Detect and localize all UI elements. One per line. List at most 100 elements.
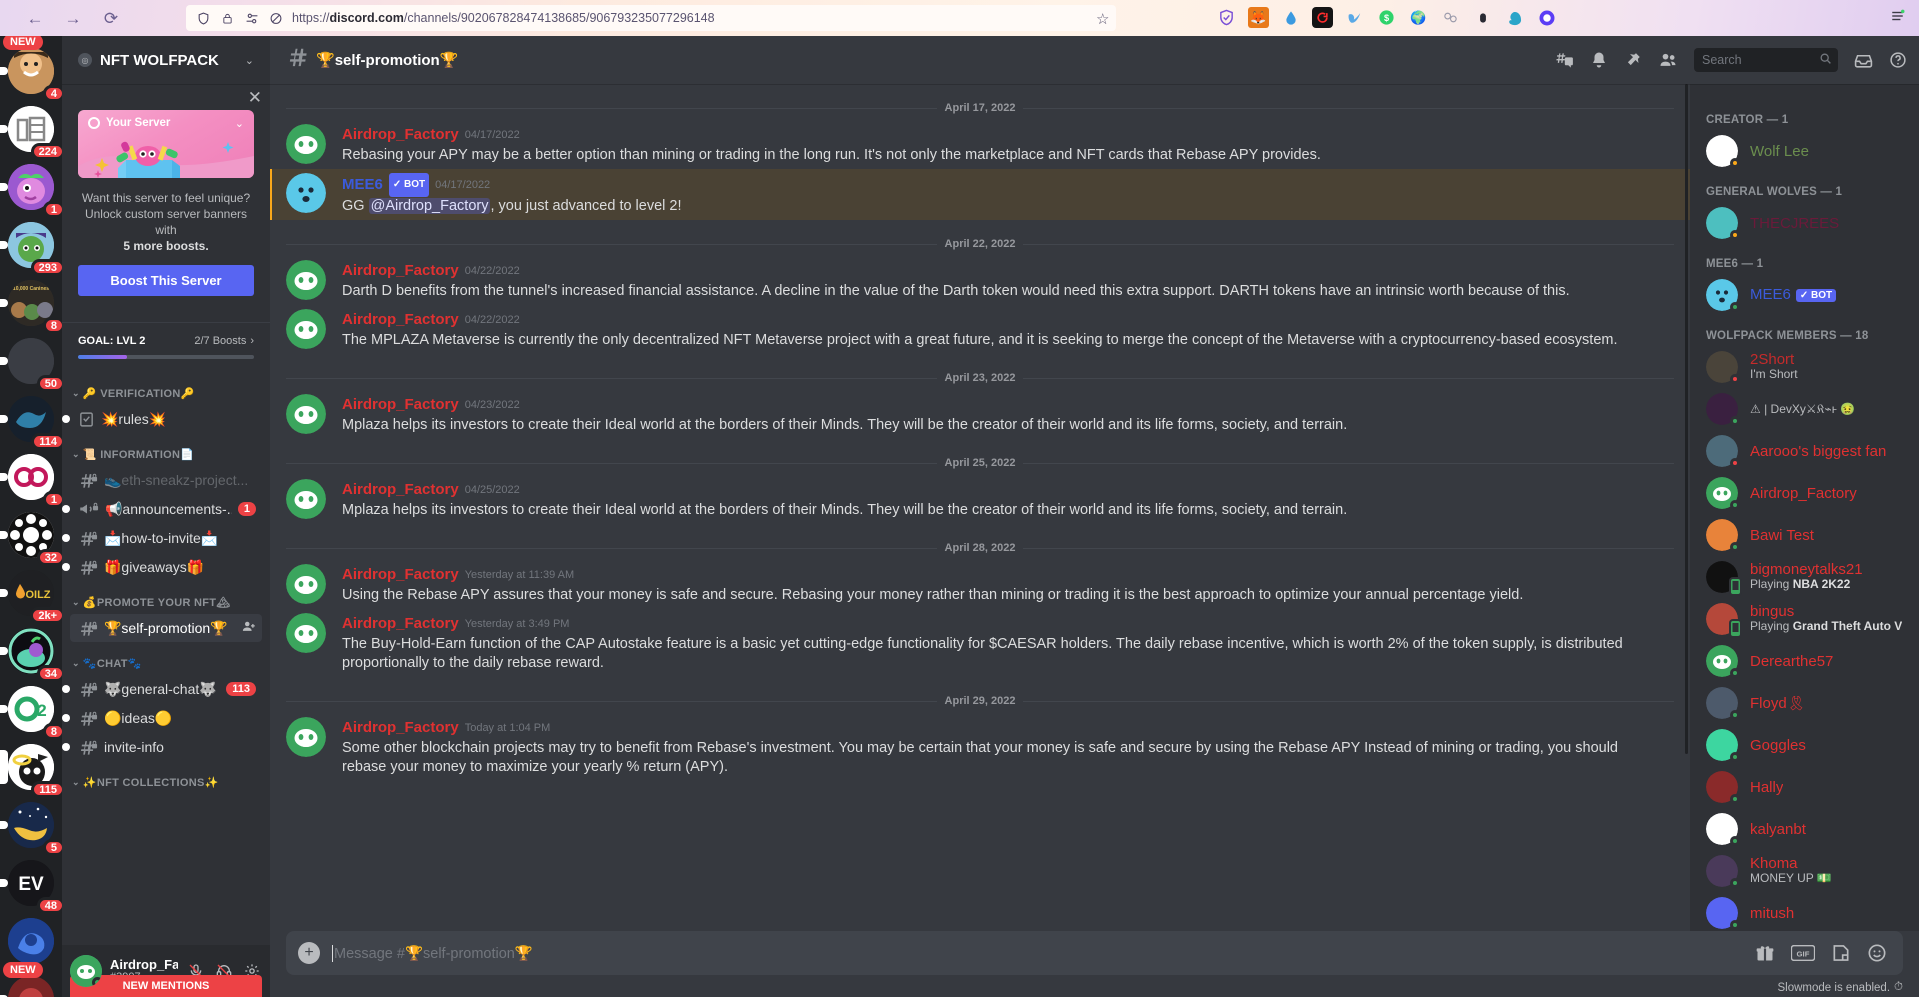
add-member-icon[interactable] xyxy=(241,619,256,637)
avatar[interactable] xyxy=(286,394,326,434)
message-author[interactable]: Airdrop_Factory xyxy=(342,479,459,501)
gray-extension-icon[interactable] xyxy=(1440,7,1461,28)
member-row[interactable]: kalyanbt xyxy=(1698,808,1911,850)
avatar[interactable] xyxy=(1706,687,1740,720)
pin-icon[interactable] xyxy=(1624,51,1642,69)
avatar[interactable] xyxy=(1706,135,1740,168)
server-icon-4[interactable]: 10,000 Canines 8 xyxy=(0,274,62,334)
guild-header[interactable]: ◎ NFT WOLFPACK ⌄ xyxy=(62,36,270,84)
server-icon-8[interactable]: 32 xyxy=(0,506,62,566)
member-row[interactable]: THECJREES xyxy=(1698,202,1911,244)
avatar[interactable] xyxy=(286,564,326,604)
water-extension-icon[interactable] xyxy=(1280,7,1301,28)
avatar[interactable] xyxy=(1706,435,1740,468)
dark-extension-icon[interactable] xyxy=(1472,7,1493,28)
member-row[interactable]: Aarooo's biggest fan xyxy=(1698,430,1911,472)
avatar[interactable] xyxy=(1706,519,1740,552)
emoji-icon[interactable] xyxy=(1867,943,1887,963)
address-bar[interactable]: https://discord.com/channels/90206782847… xyxy=(186,5,1116,31)
channel-item-giveaways[interactable]: 🎁giveaways🎁 xyxy=(62,553,262,581)
sticker-icon[interactable] xyxy=(1831,943,1851,963)
message-author[interactable]: Airdrop_Factory xyxy=(342,717,459,739)
shield-icon[interactable] xyxy=(196,11,211,26)
member-row[interactable]: mitush xyxy=(1698,892,1911,931)
avatar[interactable] xyxy=(286,613,326,653)
avatar[interactable] xyxy=(1706,771,1740,804)
lock-icon[interactable] xyxy=(220,11,235,26)
attach-button[interactable]: + xyxy=(286,942,332,964)
message-item[interactable]: Airdrop_Factory Yesterday at 3:49 PM The… xyxy=(270,609,1690,677)
bell-icon[interactable] xyxy=(1590,51,1608,69)
message-item[interactable]: Airdrop_Factory 04/17/2022 Rebasing your… xyxy=(270,120,1690,169)
bookmark-icon[interactable]: ☆ xyxy=(1096,10,1109,28)
avatar[interactable] xyxy=(1706,813,1740,846)
boost-this-server-button[interactable]: Boost This Server xyxy=(78,265,254,296)
member-row[interactable]: bigmoneytalks21 Playing NBA 2K22 xyxy=(1698,556,1911,598)
channel-category-0[interactable]: ⌄ 🔑 VERIFICATION🔑 xyxy=(62,373,270,404)
avatar[interactable] xyxy=(286,260,326,300)
inbox-icon[interactable] xyxy=(1854,51,1873,70)
permissions-icon[interactable] xyxy=(244,11,259,26)
server-icon-2[interactable]: 1 xyxy=(0,158,62,218)
server-rail[interactable]: 4 NEW 224 1 293 10,000 Canines 8 50 114 1 32 OILZ 2k… xyxy=(0,36,62,997)
globe-extension-icon[interactable]: 🌍 xyxy=(1408,7,1429,28)
server-icon-10[interactable]: 34 xyxy=(0,622,62,682)
server-icon-14[interactable]: EV 48 xyxy=(0,854,62,914)
server-icon-12[interactable]: 115 xyxy=(0,738,62,798)
purple-extension-icon[interactable] xyxy=(1536,7,1557,28)
boost-goal-row[interactable]: GOAL: LVL 2 2/7 Boosts › xyxy=(62,322,270,347)
edge-extension-icon[interactable] xyxy=(1504,7,1525,28)
search-input[interactable]: Search xyxy=(1694,48,1838,72)
member-row[interactable]: Floyd🎗 xyxy=(1698,682,1911,724)
channel-item-announcements-[interactable]: 📢announcements-... 1 xyxy=(62,495,262,523)
server-avatar[interactable] xyxy=(8,976,54,997)
server-icon-3[interactable]: 293 xyxy=(0,216,62,276)
avatar[interactable] xyxy=(286,124,326,164)
member-row[interactable]: Wolf Lee xyxy=(1698,130,1911,172)
message-author[interactable]: Airdrop_Factory xyxy=(342,394,459,416)
shield-extension-icon[interactable] xyxy=(1216,7,1237,28)
server-icon-0[interactable]: 4 NEW xyxy=(0,36,62,102)
server-icon-1[interactable]: 224 xyxy=(0,100,62,160)
message-item[interactable]: Airdrop_Factory 04/25/2022 Mplaza helps … xyxy=(270,475,1690,524)
back-icon[interactable]: ← xyxy=(26,9,44,27)
message-item[interactable]: Airdrop_Factory Today at 1:04 PM Some ot… xyxy=(270,713,1690,781)
metamask-extension-icon[interactable]: 🦊 xyxy=(1248,7,1269,28)
server-icon-6[interactable]: 114 xyxy=(0,390,62,450)
channel-item-ideas[interactable]: 🟡ideas🟡 xyxy=(62,704,262,732)
message-composer[interactable]: + Message #🏆self-promotion🏆 GIF xyxy=(286,931,1903,975)
message-author[interactable]: Airdrop_Factory xyxy=(342,613,459,635)
message-input[interactable]: Message #🏆self-promotion🏆 xyxy=(332,944,1755,962)
message-list[interactable]: April 17, 2022 Airdrop_Factory 04/17/202… xyxy=(270,84,1690,931)
member-row[interactable]: Bawi Test xyxy=(1698,514,1911,556)
avatar[interactable] xyxy=(1706,393,1740,426)
red-extension-icon[interactable] xyxy=(1312,7,1333,28)
member-row[interactable]: bingus Playing Grand Theft Auto V xyxy=(1698,598,1911,640)
members-icon[interactable] xyxy=(1658,50,1678,70)
member-list[interactable]: CREATOR — 1 Wolf Lee GENERAL WOLVES — 1 … xyxy=(1690,84,1919,931)
forward-icon[interactable]: → xyxy=(64,9,82,27)
user-mention[interactable]: @Airdrop_Factory xyxy=(368,198,491,214)
message-author[interactable]: Airdrop_Factory xyxy=(342,564,459,586)
message-item[interactable]: Airdrop_Factory 04/22/2022 Darth D benef… xyxy=(270,256,1690,305)
channel-item-invite-info[interactable]: invite-info xyxy=(62,733,262,761)
message-item[interactable]: Airdrop_Factory Yesterday at 11:39 AM Us… xyxy=(270,560,1690,609)
avatar[interactable] xyxy=(1706,207,1740,240)
gift-icon[interactable] xyxy=(1755,943,1775,963)
message-author[interactable]: Airdrop_Factory xyxy=(342,309,459,331)
avatar[interactable] xyxy=(1706,279,1740,312)
server-icon-16[interactable]: NEW xyxy=(0,962,62,997)
server-icon-7[interactable]: 1 xyxy=(0,448,62,508)
avatar[interactable] xyxy=(70,955,102,987)
avatar[interactable] xyxy=(1706,603,1740,636)
dollar-extension-icon[interactable]: $ xyxy=(1376,7,1397,28)
avatar[interactable] xyxy=(1706,561,1740,594)
help-icon[interactable] xyxy=(1889,51,1907,69)
server-avatar[interactable] xyxy=(8,918,54,964)
avatar[interactable] xyxy=(1706,645,1740,678)
server-icon-5[interactable]: 50 xyxy=(0,332,62,392)
channel-item-general-chat[interactable]: 🐺general-chat🐺 113 xyxy=(62,675,262,703)
avatar[interactable] xyxy=(286,717,326,757)
blocked-content-icon[interactable] xyxy=(268,11,283,26)
channel-item-how-to-invite[interactable]: 📩how-to-invite📩 xyxy=(62,524,262,552)
